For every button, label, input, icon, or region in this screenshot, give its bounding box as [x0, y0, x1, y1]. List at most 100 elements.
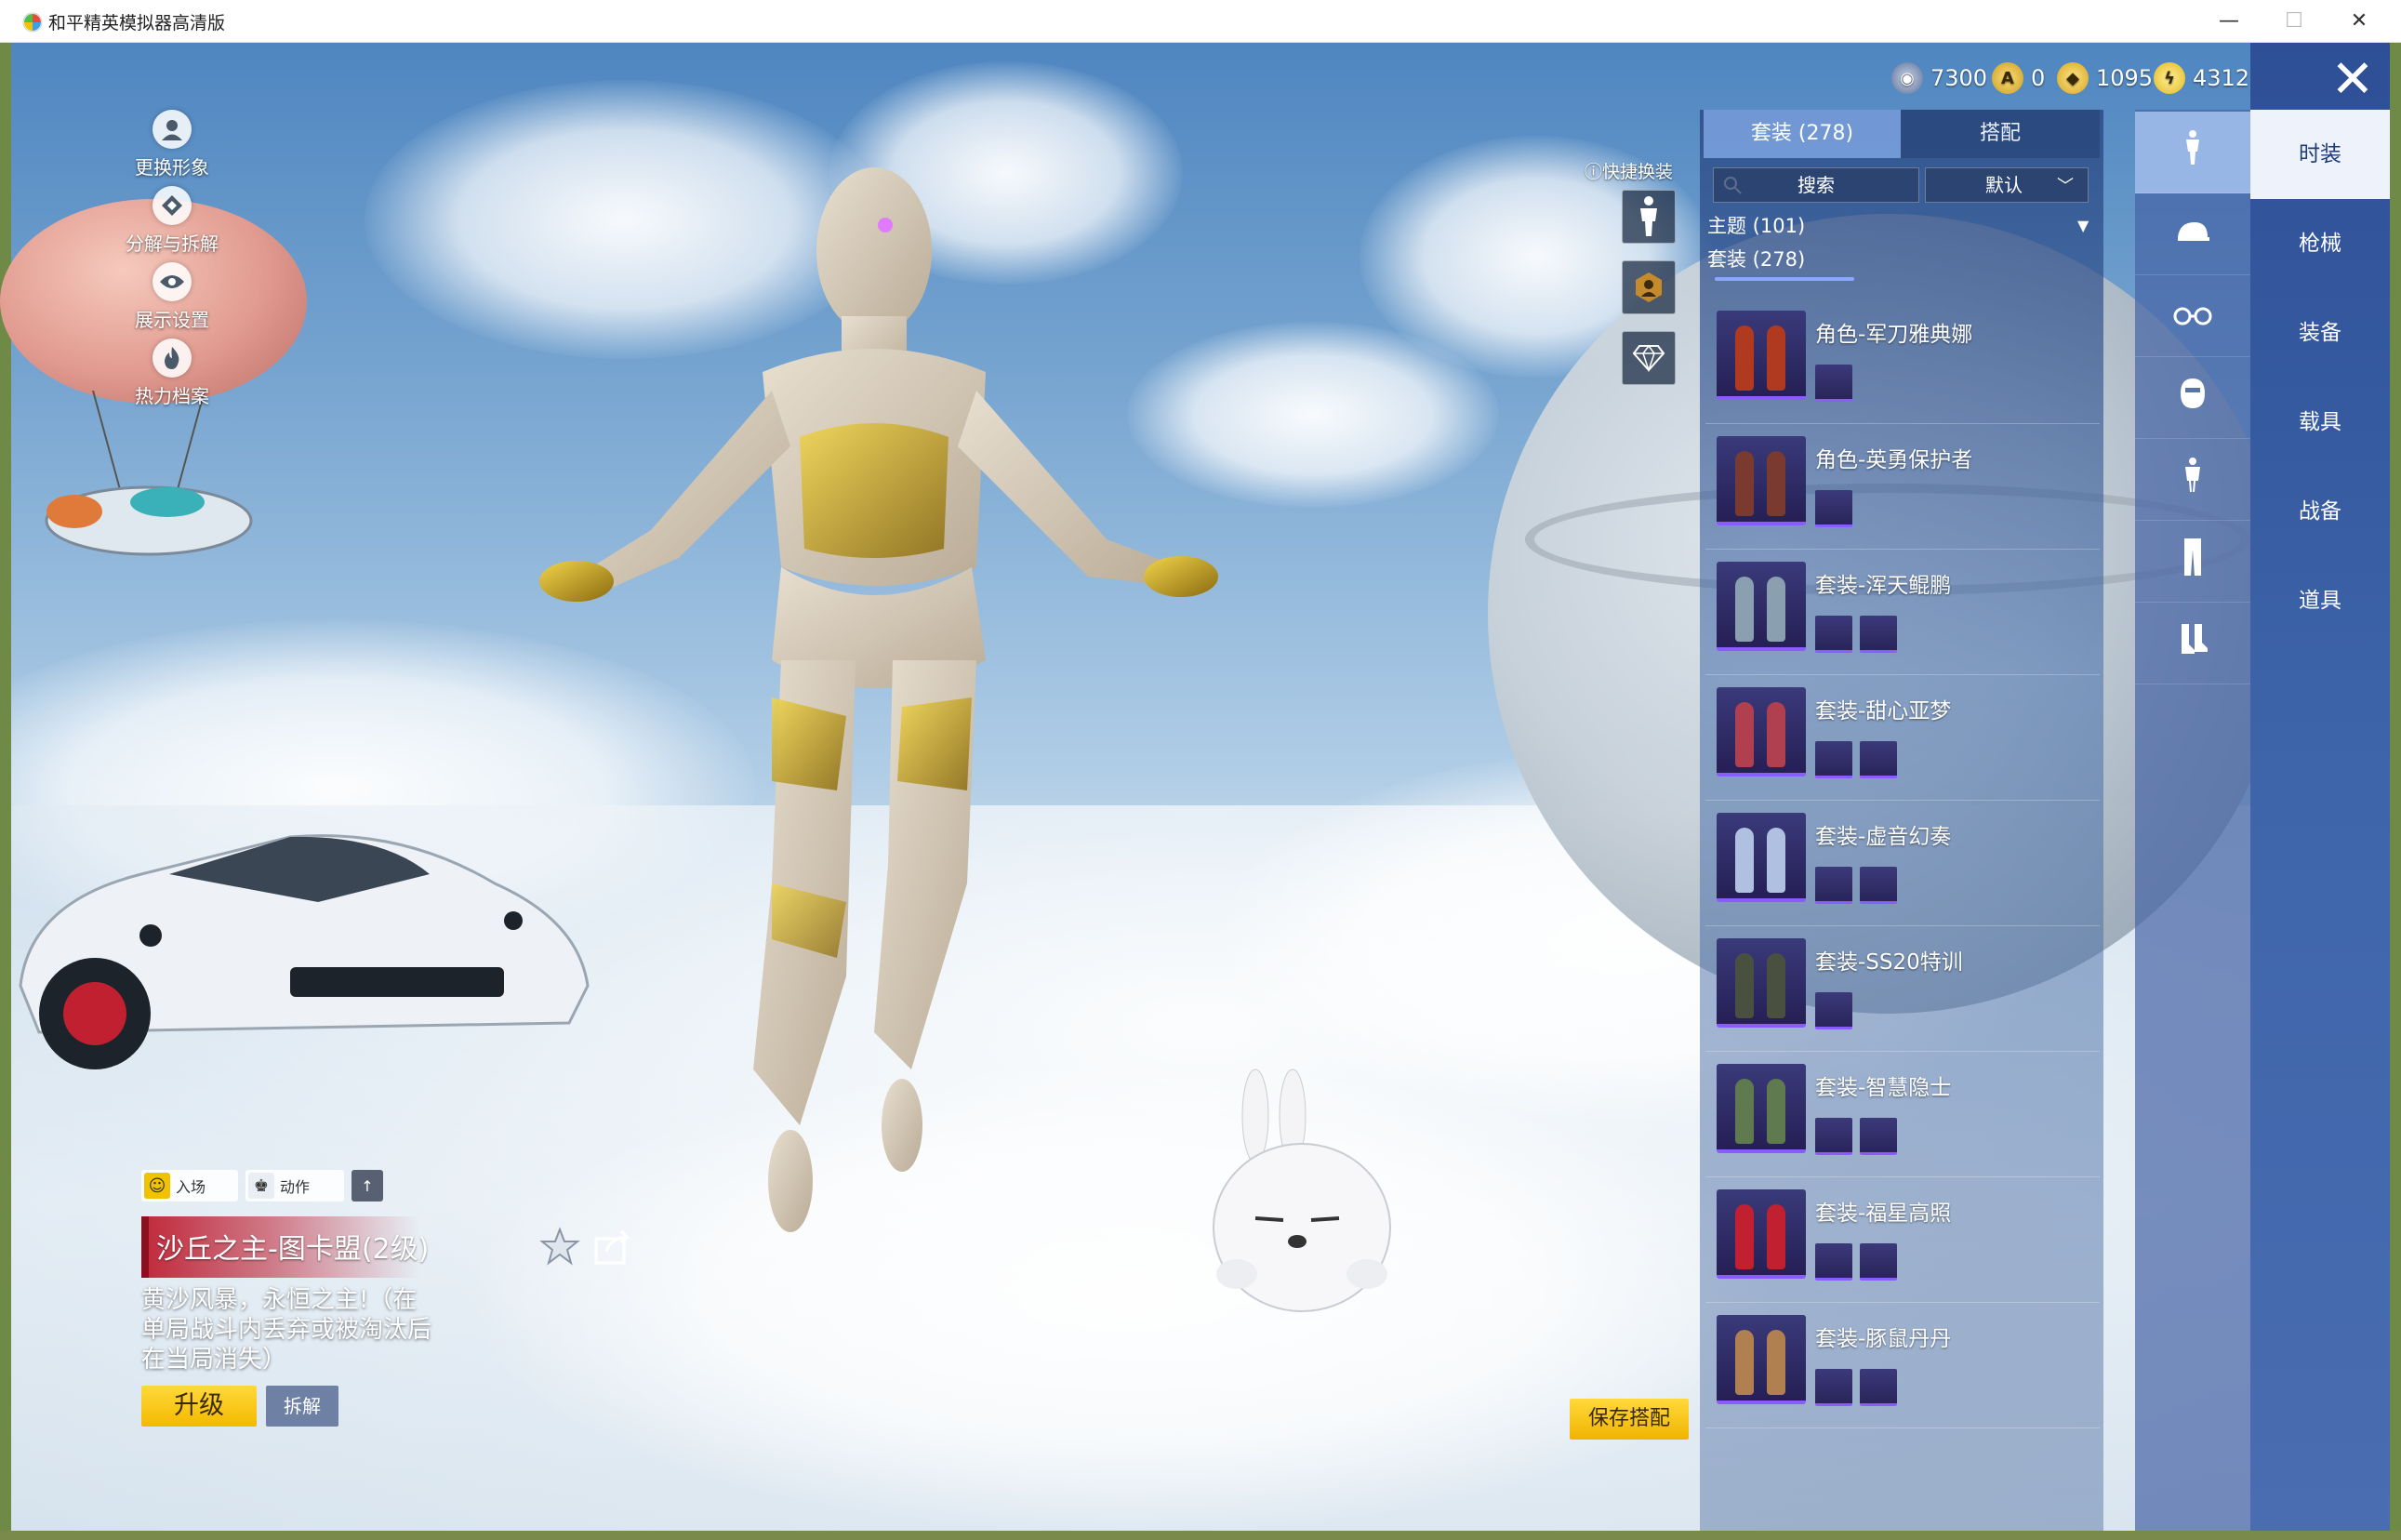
search-input[interactable]: 搜索: [1713, 167, 1919, 203]
expand-up-button[interactable]: ↑: [352, 1170, 383, 1201]
quick-change-label: ⓘ快捷换装: [1585, 162, 1674, 182]
entrance-button[interactable]: ☺ 入场: [141, 1170, 238, 1201]
slot-tab-cap[interactable]: [2135, 193, 2250, 275]
slot-tab-character[interactable]: [2135, 112, 2250, 193]
split-icon: [153, 186, 192, 225]
left-menu-display-settings[interactable]: 展示设置: [121, 262, 223, 332]
slot-tab-mask[interactable]: [2135, 357, 2250, 439]
theme-filter[interactable]: 主题 (101): [1707, 210, 2098, 242]
window-titlebar: 和平精英模拟器高清版 — ☐ ✕: [0, 0, 2401, 43]
split-button[interactable]: 拆解: [266, 1386, 338, 1427]
suit-figure: [1767, 702, 1785, 767]
quick-slot-character[interactable]: [1622, 190, 1676, 244]
slot-tab-shoes[interactable]: [2135, 603, 2250, 684]
suit-list-item[interactable]: 套装-SS20特训: [1705, 927, 2100, 1052]
suit-part-thumbnail: [1815, 365, 1852, 402]
suit-figure: [1735, 325, 1754, 391]
category-tab[interactable]: 时装: [2250, 110, 2390, 199]
suit-list-item[interactable]: 套装-智慧隐士: [1705, 1053, 2100, 1177]
suit-figure: [1735, 828, 1754, 893]
suit-thumbnail: [1717, 436, 1806, 525]
suit-figure: [1767, 325, 1785, 391]
category-tab[interactable]: 枪械: [2250, 199, 2390, 288]
currency-silver: ◉ 7300: [1891, 60, 1987, 97]
upgrade-button[interactable]: 升级: [141, 1386, 257, 1427]
suit-figure: [1735, 1079, 1754, 1144]
bolt-coin-icon: ϟ: [2154, 62, 2185, 94]
suit-part-thumbnail: [1860, 1118, 1897, 1155]
suit-part-thumbnail: [1815, 490, 1852, 527]
suit-part-thumbnail: [1815, 867, 1852, 904]
entrance-label: 入场: [176, 1178, 206, 1196]
shoes-icon: [2176, 622, 2209, 664]
suit-name: 套装-SS20特训: [1815, 950, 1963, 975]
category-tab[interactable]: 载具: [2250, 378, 2390, 467]
motion-button[interactable]: ♚ 动作: [245, 1170, 344, 1201]
quick-slot-avatar-frame[interactable]: [1622, 260, 1676, 314]
suit-thumbnail: [1717, 687, 1806, 777]
suit-list-item[interactable]: 套装-浑天鲲鹏: [1705, 551, 2100, 675]
suit-list-item[interactable]: 套装-福星高照: [1705, 1178, 2100, 1303]
left-menu-heat-archive[interactable]: 热力档案: [121, 339, 223, 408]
mask-icon: [2179, 377, 2207, 418]
suit-figure: [1735, 1204, 1754, 1269]
category-tab[interactable]: 道具: [2250, 556, 2390, 645]
suit-list-item[interactable]: 角色-英勇保护者: [1705, 425, 2100, 550]
favorite-star-icon[interactable]: [539, 1226, 580, 1267]
save-outfit-button[interactable]: 保存搭配: [1570, 1399, 1689, 1440]
motion-label: 动作: [280, 1178, 311, 1196]
maximize-button[interactable]: ☐: [2262, 0, 2327, 43]
suit-list-item[interactable]: 套装-甜心亚梦: [1705, 676, 2100, 801]
suit-part-thumbnail: [1860, 616, 1897, 653]
gold-coin-icon: ◆: [2057, 62, 2089, 94]
suit-list-item[interactable]: 套装-豚鼠丹丹: [1705, 1304, 2100, 1428]
category-tab[interactable]: 战备: [2250, 467, 2390, 556]
window-title: 和平精英模拟器高清版: [48, 13, 226, 33]
currency-a-coin: A 0: [1992, 60, 2045, 97]
window-frame-bottom: [0, 1531, 2401, 1540]
close-window-button[interactable]: ✕: [2327, 0, 2392, 43]
character-icon: [2182, 129, 2203, 175]
suit-name: 角色-英勇保护者: [1815, 448, 1973, 472]
slot-tab-glasses[interactable]: [2135, 275, 2250, 357]
close-icon[interactable]: ✕: [2325, 52, 2381, 108]
suit-figure: [1735, 953, 1754, 1018]
glasses-icon: [2172, 298, 2213, 335]
minimize-button[interactable]: —: [2196, 0, 2262, 43]
pants-icon: [2182, 537, 2204, 586]
left-menu-change-avatar[interactable]: 更换形象: [121, 110, 223, 179]
chevron-down-icon: ﹀: [2057, 177, 2074, 196]
suit-figure: [1767, 1204, 1785, 1269]
tab-suits[interactable]: 套装 (278): [1704, 110, 1901, 158]
cap-icon: [2174, 216, 2211, 253]
character-icon: [1640, 196, 1657, 236]
rabbit-pet: [1213, 1069, 1391, 1312]
suit-count-label: 套装 (278): [1707, 248, 1806, 271]
suit-name: 套装-浑天鲲鹏: [1815, 574, 1952, 598]
left-menu-label: 更换形象: [135, 156, 209, 179]
suit-figure: [1735, 451, 1754, 516]
slot-tab-top[interactable]: [2135, 439, 2250, 521]
category-tab[interactable]: 装备: [2250, 288, 2390, 378]
share-icon[interactable]: [591, 1226, 632, 1267]
suit-part-thumbnail: [1860, 867, 1897, 904]
flame-icon: [153, 339, 192, 378]
triangle-down-icon: ▼: [2077, 217, 2089, 234]
suit-figure: [1767, 577, 1785, 642]
suit-name: 套装-甜心亚梦: [1815, 699, 1952, 724]
suit-figure: [1735, 702, 1754, 767]
slot-tab-pants[interactable]: [2135, 521, 2250, 603]
suit-figure: [1767, 1330, 1785, 1395]
quick-slot-diamond[interactable]: [1622, 331, 1676, 385]
currency-value: 1095: [2096, 65, 2154, 91]
currency-value: 7300: [1930, 65, 1988, 91]
tab-match[interactable]: 搭配: [1901, 110, 2100, 158]
suit-list-item[interactable]: 角色-军刀雅典娜: [1705, 299, 2100, 424]
suit-figure: [1735, 1330, 1754, 1395]
suit-count-underline: [1715, 277, 1854, 281]
suit-thumbnail: [1717, 1315, 1806, 1404]
suit-list-item[interactable]: 套装-虚音幻奏: [1705, 802, 2100, 926]
smile-icon: ☺: [144, 1173, 170, 1199]
left-menu-split[interactable]: 分解与拆解: [121, 186, 223, 256]
suit-part-thumbnail: [1815, 616, 1852, 653]
